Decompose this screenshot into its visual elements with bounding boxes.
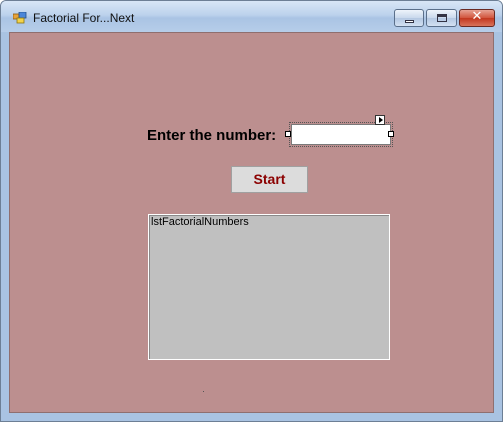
stray-dot [203, 391, 204, 392]
close-icon: ✕ [471, 9, 483, 24]
maximize-icon [437, 14, 447, 22]
minimize-button[interactable] [394, 9, 424, 27]
start-button[interactable]: Start [231, 166, 308, 193]
smart-tag-icon[interactable] [375, 115, 385, 125]
window-title: Factorial For...Next [33, 11, 135, 25]
maximize-button[interactable] [426, 9, 457, 27]
minimize-icon [405, 20, 414, 23]
title-bar[interactable]: Factorial For...Next ✕ [1, 1, 502, 32]
form-icon [13, 12, 27, 24]
list-control-name: lstFactorialNumbers [151, 216, 249, 228]
prompt-label: Enter the number: [147, 127, 277, 144]
factorial-numbers-list[interactable]: lstFactorialNumbers [148, 214, 390, 360]
close-button[interactable]: ✕ [459, 9, 495, 27]
number-input[interactable] [289, 122, 393, 147]
resize-handle-right[interactable] [388, 131, 394, 137]
resize-handle-left[interactable] [285, 131, 291, 137]
form-client-area: Enter the number: Start lstFactorialNumb… [9, 32, 494, 413]
app-window: Factorial For...Next ✕ Enter the number:… [0, 0, 503, 422]
